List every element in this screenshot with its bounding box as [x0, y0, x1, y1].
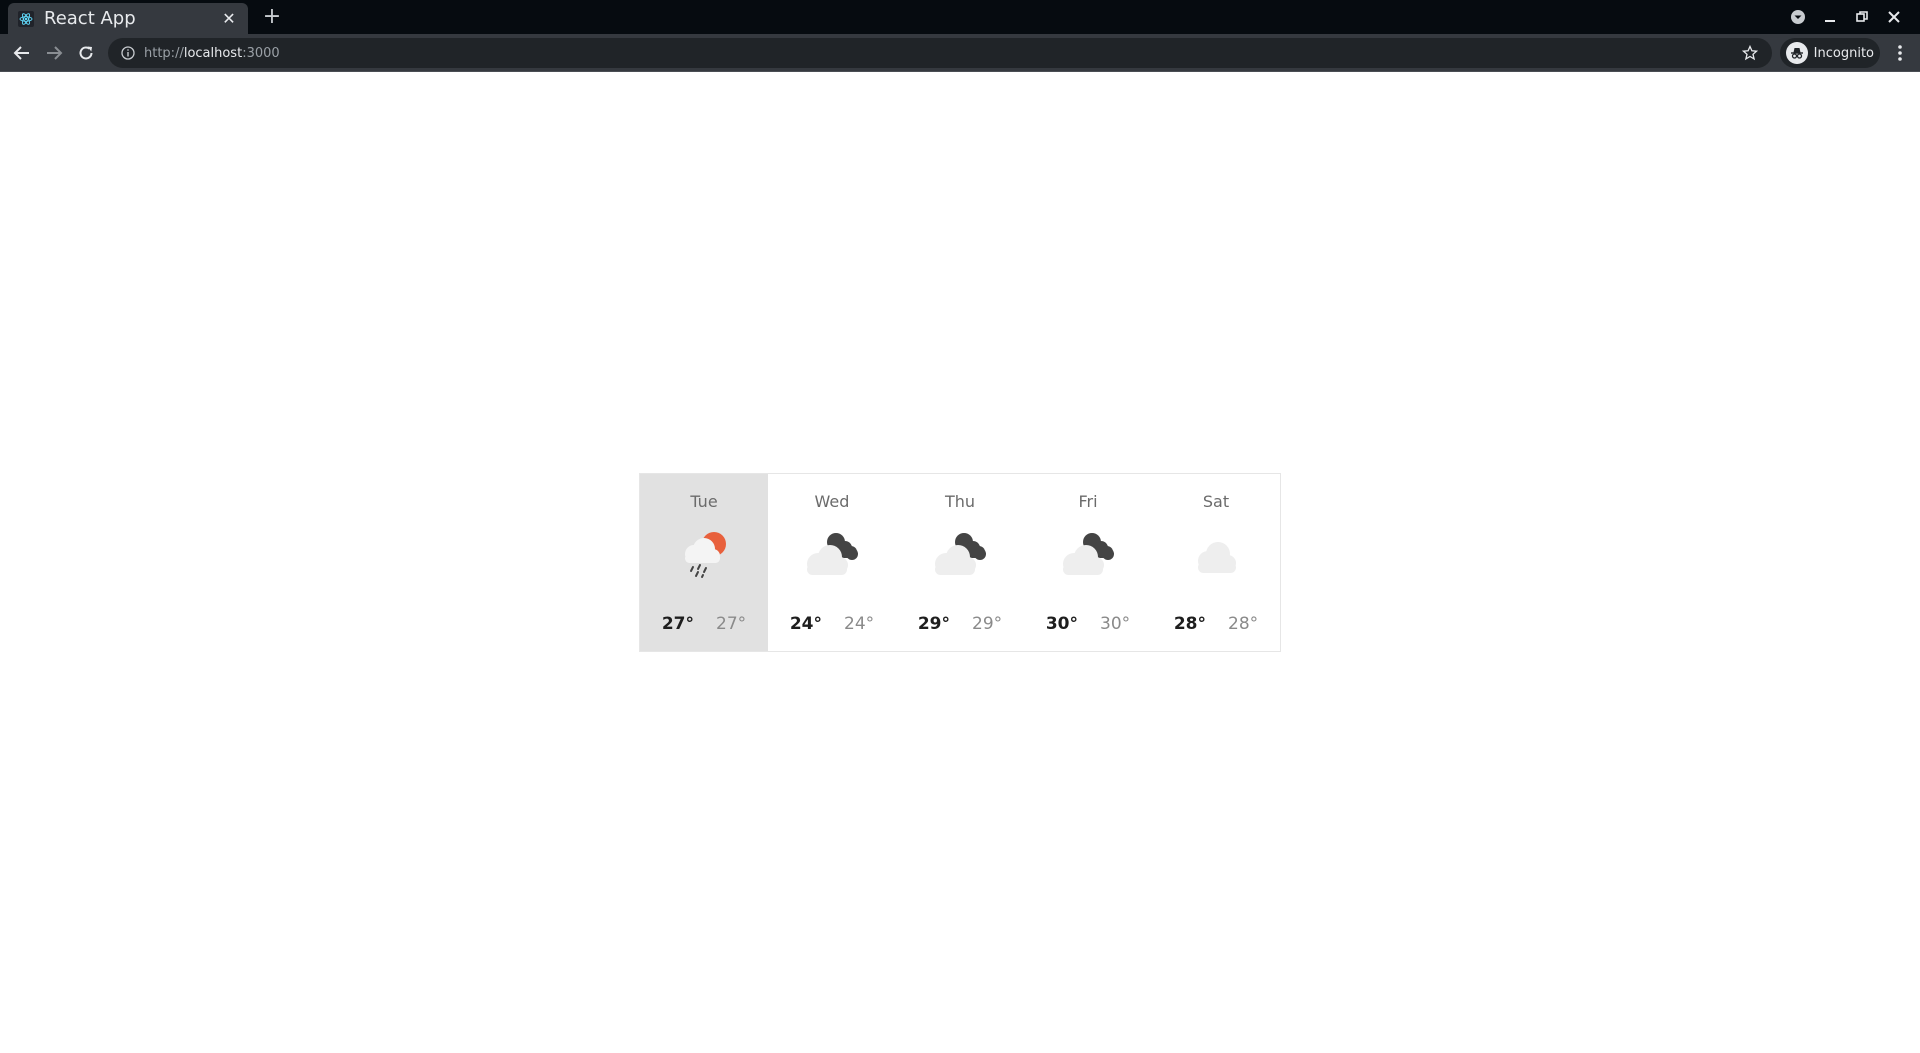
max-temperature: 24°: [789, 614, 823, 634]
new-tab-plus-icon[interactable]: +: [260, 5, 284, 29]
cloud-icon: [1198, 542, 1236, 573]
temperature-range: 29° 29°: [896, 614, 1024, 634]
incognito-profile-button[interactable]: Incognito: [1780, 38, 1880, 68]
restore-icon[interactable]: [1846, 5, 1878, 29]
site-info-icon[interactable]: [120, 45, 136, 61]
min-temperature: 30°: [1100, 614, 1131, 634]
max-temperature: 28°: [1173, 614, 1207, 634]
back-arrow-icon[interactable]: [10, 41, 34, 65]
partly-cloudy-night-icon: [807, 533, 858, 575]
min-temperature: 27°: [716, 614, 747, 634]
temperature-range: 30° 30°: [1024, 614, 1152, 634]
day-name: Sat: [1202, 492, 1230, 511]
min-temperature: 28°: [1228, 614, 1259, 634]
forward-arrow-icon[interactable]: [42, 41, 66, 65]
browser-toolbar: http://localhost:3000 Incognito: [0, 34, 1920, 72]
tab-search-dropdown-icon[interactable]: [1782, 5, 1814, 29]
tab-title: React App: [44, 8, 136, 29]
more-menu-icon[interactable]: [1888, 41, 1912, 65]
url-host: localhost: [183, 45, 243, 61]
day-name: Wed: [814, 492, 850, 511]
rain-sun-icon: [685, 532, 726, 578]
max-temperature: 27°: [661, 614, 695, 634]
browser-title-bar: React App ✕ +: [0, 0, 1920, 34]
temperature-range: 27° 27°: [640, 614, 768, 634]
forecast-day-fri[interactable]: Fri 30° 30°: [1024, 474, 1152, 651]
window-controls: [1782, 5, 1910, 29]
temperature-range: 28° 28°: [1152, 614, 1280, 634]
browser-tab[interactable]: React App ✕: [8, 3, 248, 34]
close-window-icon[interactable]: [1878, 5, 1910, 29]
bookmark-star-icon[interactable]: [1740, 43, 1760, 63]
url-text: http://localhost:3000: [144, 46, 1740, 61]
forecast-day-thu[interactable]: Thu 29° 29°: [896, 474, 1024, 651]
incognito-label: Incognito: [1813, 45, 1874, 61]
day-name: Thu: [944, 492, 976, 511]
tab-close-icon[interactable]: ✕: [220, 9, 238, 28]
forecast-day-wed[interactable]: Wed 24° 24°: [768, 474, 896, 651]
weather-forecast: Tue 27° 27° Wed 24° 24° Thu 29° 29° Fri …: [639, 473, 1281, 652]
max-temperature: 29°: [917, 614, 951, 634]
partly-cloudy-night-icon: [1063, 533, 1114, 575]
address-bar[interactable]: http://localhost:3000: [108, 38, 1772, 68]
day-name: Fri: [1078, 492, 1098, 511]
forecast-day-sat[interactable]: Sat 28° 28°: [1152, 474, 1280, 651]
min-temperature: 24°: [844, 614, 875, 634]
url-port: :3000: [242, 45, 280, 61]
min-temperature: 29°: [972, 614, 1003, 634]
reload-icon[interactable]: [74, 41, 98, 65]
url-scheme: http://: [144, 45, 184, 61]
day-name: Tue: [690, 492, 718, 511]
max-temperature: 30°: [1045, 614, 1079, 634]
incognito-icon: [1786, 42, 1808, 64]
partly-cloudy-night-icon: [935, 533, 986, 575]
react-logo-icon: [18, 10, 34, 27]
forecast-day-tue[interactable]: Tue 27° 27°: [640, 474, 768, 651]
minimize-icon[interactable]: [1814, 5, 1846, 29]
temperature-range: 24° 24°: [768, 614, 896, 634]
